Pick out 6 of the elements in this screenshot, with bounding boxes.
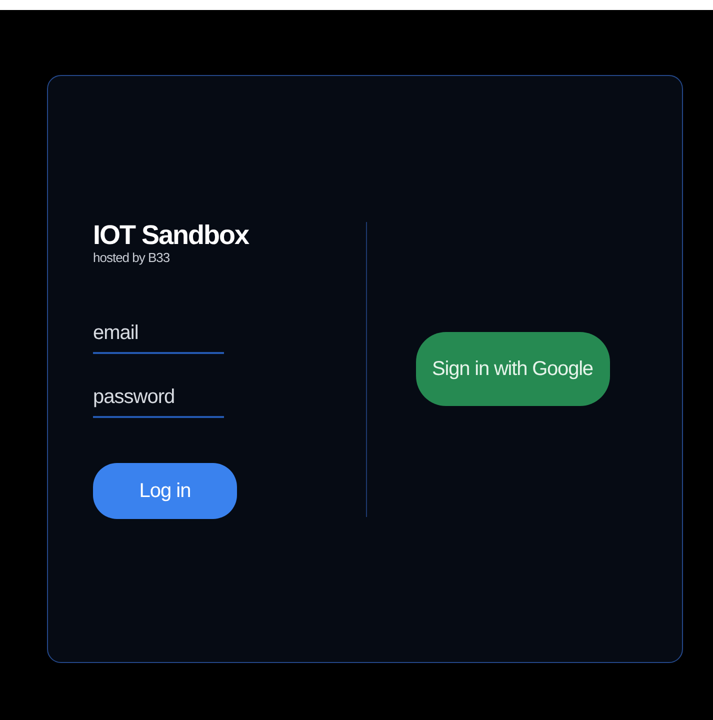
input-field[interactable]: password [93,380,224,418]
input-field[interactable]: email [93,316,224,354]
app-title: IOT Sandbox [93,220,250,250]
login-button[interactable]: Log in [93,462,237,518]
google-sign-in-button[interactable]: Sign in with Google [416,332,610,406]
app-subtitle: hosted by B33 [93,250,171,266]
